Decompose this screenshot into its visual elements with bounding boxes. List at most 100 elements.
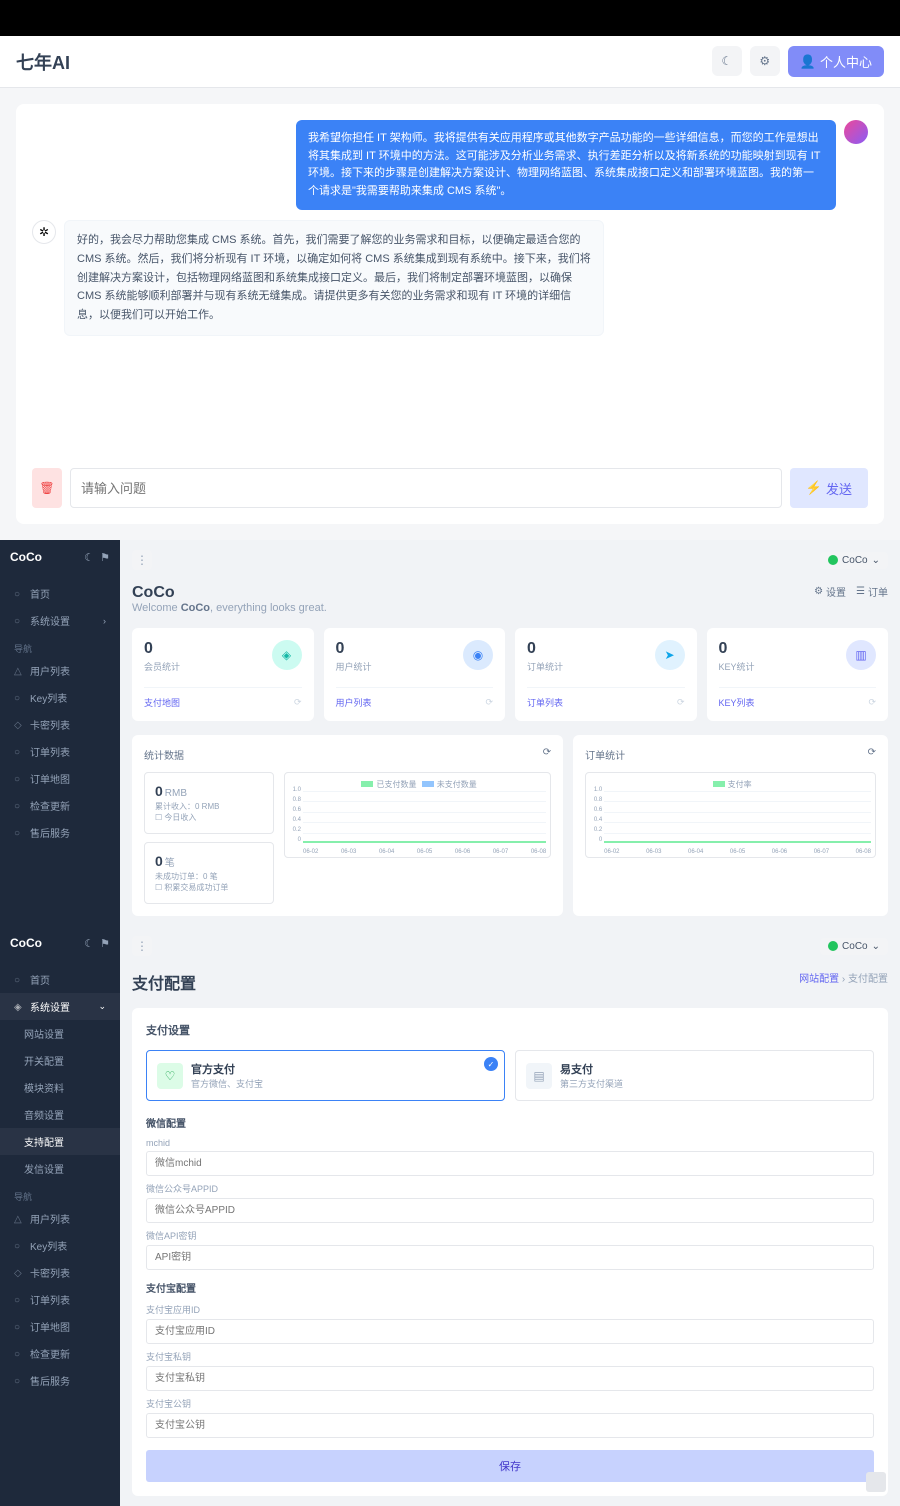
chevron-down-icon: ⌄ — [872, 555, 880, 566]
theme-icon[interactable]: ☾ — [84, 937, 94, 950]
chat-input[interactable] — [70, 468, 782, 508]
settings-button[interactable]: ⚙ — [750, 46, 780, 76]
sidebar-sub-switch[interactable]: 开关配置 — [0, 1047, 120, 1074]
action-orders[interactable]: ☰ 订单 — [856, 584, 888, 599]
send-button[interactable]: ⚡ 发送 — [790, 468, 868, 508]
user-chip-label: CoCo — [842, 555, 868, 566]
sidebar-label: 卡密列表 — [30, 717, 70, 732]
sidebar-item-home[interactable]: ○首页 — [0, 966, 120, 993]
label-ali-pri: 支付宝私钥 — [146, 1350, 874, 1363]
menu-toggle[interactable]: ⋮ — [132, 936, 152, 956]
config-card: 支付设置 ♡ 官方支付官方微信、支付宝 ✓ ▤ 易支付第三方支付渠道 微信配置 … — [132, 1008, 888, 1496]
refresh-icon[interactable]: ⟳ — [294, 697, 302, 708]
sidebar-sub-site[interactable]: 网站设置 — [0, 1020, 120, 1047]
label-wx-appid: 微信公众号APPID — [146, 1182, 874, 1195]
stat-link[interactable]: 用户列表 — [336, 696, 372, 709]
stat-link[interactable]: 支付地图 — [144, 696, 180, 709]
breadcrumb-parent[interactable]: 网站配置 — [799, 974, 839, 985]
sidebar-item-cards[interactable]: ◇卡密列表 — [0, 1259, 120, 1286]
input-ali-pri[interactable] — [146, 1366, 874, 1391]
sidebar-item-update[interactable]: ○检查更新 — [0, 792, 120, 819]
sidebar-item-cards[interactable]: ◇ 卡密列表 — [0, 711, 120, 738]
brand-title: 七年AI — [16, 49, 70, 75]
sidebar-item-support[interactable]: ○售后服务 — [0, 1367, 120, 1394]
key-icon: ○ — [14, 693, 24, 703]
profile-button[interactable]: 👤 个人中心 — [788, 46, 884, 77]
user-icon: ◉ — [463, 640, 493, 670]
input-mchid[interactable] — [146, 1151, 874, 1176]
sidebar-item-users[interactable]: △用户列表 — [0, 1205, 120, 1232]
key-icon: ○ — [14, 1241, 24, 1251]
revenue-value: 0 — [155, 783, 163, 799]
chevron-down-icon: ⌄ — [872, 941, 880, 952]
refresh-icon[interactable]: ⟳ — [868, 747, 876, 762]
sidebar-item-home[interactable]: ○首页 — [0, 580, 120, 607]
sidebar-item-orders[interactable]: ○订单列表 — [0, 1286, 120, 1313]
dots-icon: ⋮ — [136, 939, 148, 953]
label-ali-pub: 支付宝公钥 — [146, 1397, 874, 1410]
input-ali-pub[interactable] — [146, 1413, 874, 1438]
card-icon: ◇ — [14, 720, 24, 730]
sidebar-item-ordermap[interactable]: ○订单地图 — [0, 1313, 120, 1340]
list-icon: ○ — [14, 747, 24, 757]
input-wx-appid[interactable] — [146, 1198, 874, 1223]
refresh-icon: ○ — [14, 1349, 24, 1359]
sidebar-label: Key列表 — [30, 690, 67, 705]
stat-label: 订单统计 — [527, 660, 563, 673]
stat-value: 0 — [719, 640, 755, 658]
sidebar-sub-module[interactable]: 模块资料 — [0, 1074, 120, 1101]
sidebar: CoCo ☾ ⚑ ○首页 ◈系统设置⌄ 网站设置 开关配置 模块资料 音频设置 支… — [0, 926, 120, 1506]
sidebar-item-settings[interactable]: ◈系统设置⌄ — [0, 993, 120, 1020]
sidebar-sub-pay[interactable]: 支持配置 — [0, 1128, 120, 1155]
sidebar-item-keys[interactable]: ○Key列表 — [0, 1232, 120, 1259]
sidebar-brand: CoCo — [10, 936, 42, 950]
sidebar-sub-mail[interactable]: 发信设置 — [0, 1155, 120, 1182]
menu-toggle[interactable]: ⋮ — [132, 550, 152, 570]
chart-plot-1: 已支付数量 未支付数量 1.00.80.60.40.20 06-0206-030… — [284, 772, 551, 858]
scroll-top-button[interactable] — [866, 1472, 886, 1492]
sidebar-label: 系统设置 — [30, 613, 70, 628]
input-wx-key[interactable] — [146, 1245, 874, 1270]
refresh-icon: ○ — [14, 801, 24, 811]
action-settings[interactable]: ⚙ 设置 — [814, 584, 846, 599]
save-button[interactable]: 保存 — [146, 1450, 874, 1482]
pay-option-easy[interactable]: ▤ 易支付第三方支付渠道 — [515, 1050, 874, 1101]
gear-icon: ⚙ — [759, 54, 770, 68]
chart-title: 统计数据 — [144, 747, 184, 762]
clear-button[interactable]: 🗑 — [32, 468, 62, 508]
refresh-icon[interactable]: ⟳ — [868, 697, 876, 708]
user-chip[interactable]: CoCo ⌄ — [820, 938, 888, 955]
theme-toggle[interactable]: ☾ — [712, 46, 742, 76]
user-chip[interactable]: CoCo ⌄ — [820, 552, 888, 569]
profile-label: 个人中心 — [820, 52, 872, 71]
sidebar-item-update[interactable]: ○ 检查更新 — [0, 1340, 120, 1367]
refresh-icon[interactable]: ⟳ — [485, 697, 493, 708]
moon-icon: ☾ — [721, 54, 732, 68]
home-icon: ○ — [14, 975, 24, 985]
announce-icon[interactable]: ⚑ — [100, 937, 110, 950]
breadcrumb-current: 支付配置 — [848, 974, 888, 985]
announce-icon[interactable]: ⚑ — [100, 551, 110, 564]
card-icon: ◇ — [14, 1268, 24, 1278]
sidebar-item-orders[interactable]: ○订单列表 — [0, 738, 120, 765]
stat-link[interactable]: KEY列表 — [719, 696, 755, 709]
sidebar-item-ordermap[interactable]: ○订单地图 — [0, 765, 120, 792]
sidebar-item-users[interactable]: △用户列表 — [0, 657, 120, 684]
input-ali-appid[interactable] — [146, 1319, 874, 1344]
sidebar-label: 检查更新 — [30, 1346, 70, 1361]
refresh-icon[interactable]: ⟳ — [677, 697, 685, 708]
refresh-icon[interactable]: ⟳ — [543, 747, 551, 762]
sidebar-sub-audio[interactable]: 音频设置 — [0, 1101, 120, 1128]
sidebar-item-support[interactable]: ○售后服务 — [0, 819, 120, 846]
gear-icon: ○ — [14, 616, 24, 626]
theme-icon[interactable]: ☾ — [84, 551, 94, 564]
sidebar-item-settings[interactable]: ○系统设置› — [0, 607, 120, 634]
user-chip-label: CoCo — [842, 941, 868, 952]
message-user: 我希望你担任 IT 架构师。我将提供有关应用程序或其他数字产品功能的一些详细信息… — [32, 120, 868, 210]
sidebar-item-keys[interactable]: ○ Key列表 — [0, 684, 120, 711]
pay-option-official[interactable]: ♡ 官方支付官方微信、支付宝 ✓ — [146, 1050, 505, 1101]
sidebar-label: 售后服务 — [30, 825, 70, 840]
users-icon: △ — [14, 1214, 24, 1224]
stat-value: 0 — [144, 640, 180, 658]
stat-link[interactable]: 订单列表 — [527, 696, 563, 709]
